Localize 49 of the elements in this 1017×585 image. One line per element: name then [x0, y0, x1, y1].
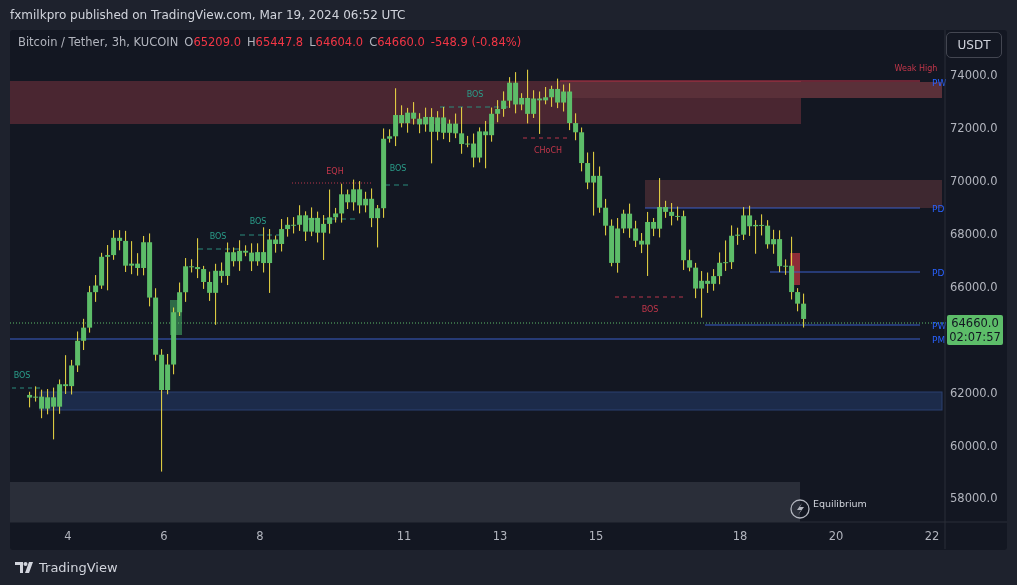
price-axis-label: 68000.0: [950, 227, 998, 241]
annotation-label: Weak High: [894, 64, 938, 73]
time-axis-label: 6: [160, 529, 168, 543]
level-label: PW: [932, 78, 947, 88]
annotation-label: BOS: [13, 371, 31, 380]
level-label: PM: [932, 335, 946, 345]
time-axis-label: 8: [256, 529, 264, 543]
ohlc-value: C64660.0: [369, 35, 425, 49]
annotation-label: BOS: [249, 217, 267, 226]
logo-icon: [15, 561, 34, 574]
structure-line: [11, 387, 41, 389]
annotation-label: BOS: [389, 164, 407, 173]
level-label: PD: [932, 204, 945, 214]
price-axis-label: 66000.0: [950, 280, 998, 294]
structure-line: [439, 106, 511, 108]
brand-name: TradingView: [39, 560, 118, 575]
level-label: PW: [932, 321, 947, 331]
ohlc-value: O65209.0: [184, 35, 241, 49]
time-axis-label: 4: [64, 529, 72, 543]
symbol-title: Bitcoin / Tether, 3h, KUCOIN: [18, 35, 179, 49]
bar-countdown: 02:07:57: [949, 330, 1001, 344]
annotation-label: BOS: [641, 305, 659, 314]
attribution-text: fxmilkpro published on TradingView.com, Mar 19, 2024 06:52 UTC: [10, 8, 406, 22]
last-price: 64660.0: [951, 316, 999, 330]
price-axis-label: 72000.0: [950, 121, 998, 135]
annotation-label: BOS: [466, 90, 484, 99]
currency-button[interactable]: USDT: [946, 32, 1002, 58]
indicator-label: Equilibrium: [813, 498, 867, 509]
time-axis-label: 11: [396, 529, 412, 543]
lightning-icon: [790, 499, 810, 519]
price-axis-label: 62000.0: [950, 386, 998, 400]
ohlc-value: L64604.0: [309, 35, 364, 49]
structure-line: [614, 296, 686, 298]
time-axis-label: 18: [732, 529, 748, 543]
time-axis-label: 22: [924, 529, 940, 543]
annotation-label: EQH: [326, 167, 344, 176]
annotation-label: BOS: [209, 232, 227, 241]
time-axis-label: 13: [492, 529, 508, 543]
time-axis-label: 20: [828, 529, 844, 543]
level-label: PD: [932, 268, 945, 278]
annotation-label: CHoCH: [533, 146, 563, 155]
price-axis-label: 74000.0: [950, 68, 998, 82]
structure-line: [197, 248, 241, 250]
ohlc-value: H65447.8: [246, 35, 304, 49]
price-axis-label: 58000.0: [950, 491, 998, 505]
time-axis-label: 15: [588, 529, 604, 543]
price-change: -548.9 (-0.84%): [430, 35, 522, 49]
price-axis-label: 60000.0: [950, 439, 998, 453]
price-axis-label: 70000.0: [950, 174, 998, 188]
